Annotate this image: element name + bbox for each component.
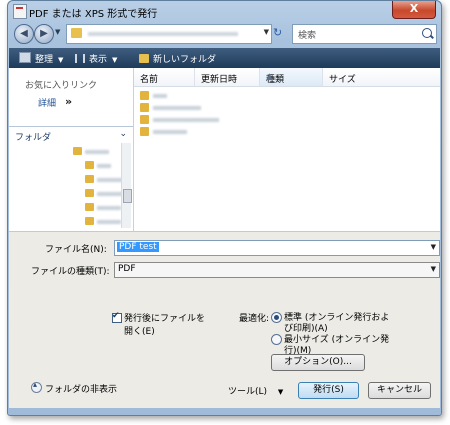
- folder-icon: [140, 91, 149, 100]
- tree-scrollbar[interactable]: [121, 143, 132, 228]
- publish-button[interactable]: 発行(S): [298, 382, 359, 399]
- pdf-app-icon: [13, 4, 27, 19]
- folder-icon: [140, 115, 149, 124]
- open-after-publish-checkbox[interactable]: [112, 311, 122, 323]
- hide-folders-button[interactable]: フォルダの非表示: [31, 380, 121, 395]
- column-date-label: 更新日時: [201, 75, 238, 85]
- forward-arrow-icon: ▶: [40, 28, 48, 39]
- optimize-label: 最適化:: [239, 314, 270, 324]
- item-name-redacted: [153, 94, 167, 98]
- file-list: 名前 更新日時 種類 ▲ サイズ: [134, 68, 440, 231]
- navigation-bar: ◀ ▶ ▼ ▼ ↻ 検索: [8, 24, 441, 48]
- window-title: PDF または XPS 形式で発行: [29, 9, 158, 20]
- search-input[interactable]: 検索: [292, 24, 437, 44]
- title-bar[interactable]: PDF または XPS 形式で発行 X: [8, 1, 441, 21]
- column-size-label: サイズ: [329, 75, 356, 85]
- cancel-button[interactable]: キャンセル: [368, 382, 431, 399]
- filetype-label: ファイルの種類(T):: [31, 267, 110, 277]
- recent-pages-dropdown-icon[interactable]: ▼: [55, 28, 60, 36]
- forward-button[interactable]: ▶: [34, 24, 54, 44]
- column-name-label: 名前: [140, 75, 159, 85]
- filename-field[interactable]: PDF test ▼: [114, 240, 440, 256]
- favorite-links-heading: お気に入りリンク: [25, 81, 98, 91]
- list-item[interactable]: [140, 91, 340, 101]
- save-options-panel: ファイル名(N): PDF test ▼ ファイルの種類(T): PDF ▼ 発…: [9, 231, 440, 408]
- address-bar[interactable]: ▼: [66, 24, 272, 44]
- views-menu[interactable]: 表示 ▼: [75, 52, 117, 65]
- command-toolbar: 整理 ▼ 表示 ▼ 新しいフォルダ: [9, 48, 440, 68]
- folder-icon: [85, 189, 94, 197]
- back-button[interactable]: ◀: [14, 24, 34, 44]
- standard-radio[interactable]: [271, 312, 282, 323]
- filetype-dropdown-icon[interactable]: ▼: [431, 265, 436, 273]
- column-header-type[interactable]: 種類 ▲: [260, 68, 323, 87]
- list-item[interactable]: [140, 115, 340, 125]
- list-item[interactable]: [140, 103, 340, 113]
- organize-label: 整理: [35, 55, 54, 65]
- views-icon: [75, 54, 85, 63]
- close-button[interactable]: X: [392, 1, 436, 19]
- folder-icon: [140, 103, 149, 112]
- organize-icon: [19, 52, 31, 63]
- tree-label-redacted: [97, 192, 123, 196]
- folder-icon: [85, 175, 94, 183]
- folder-icon: [85, 161, 94, 169]
- scrollbar-thumb[interactable]: [123, 189, 132, 203]
- dialog-window: PDF または XPS 形式で発行 X ◀ ▶ ▼ ▼ ↻ 検索 整理 ▼ 表示 ▼…: [7, 0, 442, 416]
- organize-dropdown-icon: ▼: [58, 56, 64, 64]
- item-name-redacted: [153, 106, 201, 110]
- views-label: 表示: [89, 55, 108, 65]
- tree-label-redacted: [97, 206, 121, 210]
- folder-icon: [73, 147, 82, 155]
- item-name-redacted: [153, 130, 187, 134]
- collapse-icon: [31, 380, 42, 393]
- new-folder-label: 新しいフォルダ: [153, 55, 217, 65]
- filename-dropdown-icon[interactable]: ▼: [431, 243, 436, 251]
- views-dropdown-icon: ▼: [112, 56, 118, 64]
- sort-ascending-icon: ▲: [266, 72, 273, 82]
- more-links-icon[interactable]: »: [65, 95, 72, 108]
- address-path-redacted: [88, 32, 238, 36]
- tree-label-redacted: [85, 150, 109, 154]
- folder-icon: [140, 127, 149, 136]
- filename-label: ファイル名(N):: [45, 245, 107, 255]
- search-placeholder: 検索: [298, 31, 317, 41]
- filetype-select[interactable]: PDF ▼: [114, 262, 440, 278]
- folder-icon: [85, 203, 94, 211]
- details-link[interactable]: 詳細: [38, 96, 56, 109]
- column-header-name[interactable]: 名前: [134, 68, 195, 87]
- column-header-date[interactable]: 更新日時: [195, 68, 260, 87]
- tools-menu[interactable]: ツール(L) ▼: [228, 384, 283, 397]
- back-arrow-icon: ◀: [20, 28, 28, 39]
- tree-label-redacted: [97, 220, 121, 224]
- new-folder-icon: [139, 54, 149, 63]
- options-button[interactable]: オプション(O)...: [271, 354, 365, 371]
- browser-area: お気に入りリンク 詳細 » フォルダ ⌄ 名前 更新日時 種類 ▲ サイズ: [9, 68, 440, 232]
- folder-icon: [85, 217, 94, 225]
- filename-value: PDF test: [117, 242, 159, 252]
- hide-folders-label: フォルダの非表示: [45, 385, 118, 395]
- organize-menu[interactable]: 整理 ▼: [19, 52, 63, 65]
- folder-icon: [71, 28, 82, 38]
- tools-dropdown-icon: ▼: [277, 388, 284, 396]
- navigation-pane: お気に入りリンク 詳細 » フォルダ ⌄: [9, 68, 134, 232]
- minimum-size-radio[interactable]: [271, 334, 282, 345]
- open-after-publish-label: 発行後にファイルを: [124, 314, 206, 324]
- new-folder-button[interactable]: 新しいフォルダ: [139, 52, 216, 65]
- tree-label-redacted: [97, 178, 123, 182]
- column-header-size[interactable]: サイズ: [323, 68, 440, 87]
- refresh-icon[interactable]: ↻: [273, 26, 282, 39]
- chevron-down-icon[interactable]: ⌄: [119, 129, 127, 139]
- filetype-value: PDF: [118, 264, 136, 274]
- tools-label: ツール(L): [228, 387, 268, 397]
- folder-tree: フォルダ ⌄: [9, 126, 133, 232]
- item-name-redacted: [153, 118, 219, 122]
- open-after-publish-label-2: 開く(E): [124, 327, 155, 337]
- tree-label-redacted: [97, 164, 111, 168]
- address-dropdown-icon[interactable]: ▼: [264, 28, 269, 36]
- list-item[interactable]: [140, 127, 340, 137]
- folders-heading[interactable]: フォルダ: [15, 130, 51, 143]
- search-icon[interactable]: [422, 28, 432, 38]
